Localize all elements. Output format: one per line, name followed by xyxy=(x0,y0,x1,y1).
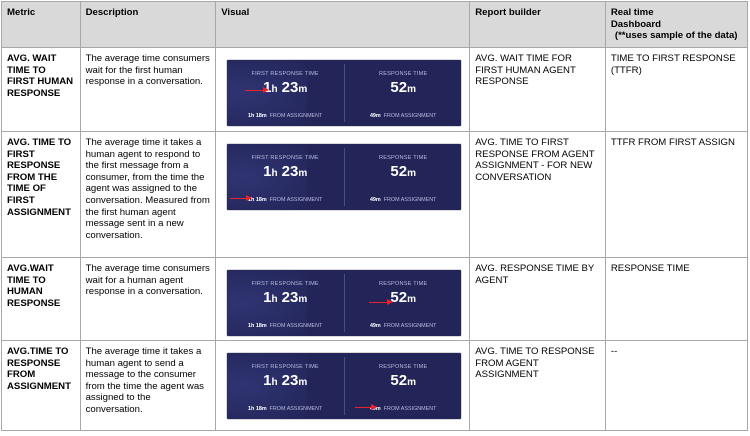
report-builder-cell: AVG. TIME TO FIRST RESPONSE FROM AGENT A… xyxy=(469,131,606,258)
metric-cell: AVG. WAIT TIME TO FIRST HUMAN RESPONSE xyxy=(1,47,81,132)
response-big-value: 52m xyxy=(390,289,416,306)
first-response-from-assignment: 1h 18m FROM ASSIGNMENT xyxy=(248,406,323,412)
response-big-value: 52m xyxy=(390,79,416,96)
report-builder-cell: AVG. TIME TO RESPONSE FROM AGENT ASSIGNM… xyxy=(469,340,606,431)
header-realtime-dashboard: Real time Dashboard (**uses sample of th… xyxy=(604,1,749,48)
visual-cell: FIRST RESPONSE TIME 1h 23m 1h 18m FROM ASS… xyxy=(215,131,471,258)
header-row: Metric Description Visual Report builder… xyxy=(1,1,749,48)
description-cell: The average time it takes a human agent … xyxy=(79,340,217,431)
first-response-big-value: 1h 23m xyxy=(263,163,308,180)
visual-cell: FIRST RESPONSE TIME 1h 23m 1h 18m FROM ASS… xyxy=(215,47,471,132)
response-section: RESPONSE TIME 52m 49m FROM ASSIGNMENT xyxy=(345,270,461,336)
realtime-cell: TTFR FROM FIRST ASSIGN xyxy=(604,131,749,258)
table-row: AVG. WAIT TIME TO FIRST HUMAN RESPONSE T… xyxy=(1,47,749,132)
realtime-cell: RESPONSE TIME xyxy=(604,257,749,341)
response-section: RESPONSE TIME 52m 49m FROM ASSIGNMENT xyxy=(345,60,461,126)
first-response-big-value: 1h 23m xyxy=(263,372,308,389)
table-row: AVG. TIME TO FIRST RESPONSE FROM THE TIM… xyxy=(1,131,749,258)
highlight-arrow-icon xyxy=(355,404,378,410)
first-response-big-value: 1h 23m xyxy=(263,289,308,306)
metric-cell: AVG.TIME TO RESPONSE FROM ASSIGNMENT xyxy=(1,340,81,431)
response-time-panel: FIRST RESPONSE TIME 1h 23m 1h 18m FROM ASS… xyxy=(227,270,462,336)
header-metric: Metric xyxy=(1,1,81,48)
highlight-arrow-icon xyxy=(369,298,394,306)
header-report-builder: Report builder xyxy=(469,1,606,48)
first-response-from-assignment: 1h 18m FROM ASSIGNMENT xyxy=(248,113,323,119)
table-row: AVG.TIME TO RESPONSE FROM ASSIGNMENT The… xyxy=(1,340,749,431)
response-time-panel: FIRST RESPONSE TIME 1h 23m 1h 18m FROM ASS… xyxy=(227,353,462,419)
header-description: Description xyxy=(79,1,217,48)
report-builder-cell: AVG. RESPONSE TIME BY AGENT xyxy=(469,257,606,341)
visual-cell: FIRST RESPONSE TIME 1h 23m 1h 18m FROM ASS… xyxy=(215,340,471,431)
visual-cell: FIRST RESPONSE TIME 1h 23m 1h 18m FROM ASS… xyxy=(215,257,471,341)
realtime-header-note: (**uses sample of the data) xyxy=(614,30,738,42)
response-section: RESPONSE TIME 52m 49m FROM ASSIGNMENT xyxy=(345,144,461,210)
response-time-panel: FIRST RESPONSE TIME 1h 23m 1h 18m FROM ASS… xyxy=(227,60,462,126)
description-cell: The average time consumers wait for a hu… xyxy=(79,257,217,341)
highlight-arrow-icon xyxy=(245,86,270,94)
first-response-from-assignment: 1h 18m FROM ASSIGNMENT xyxy=(248,323,323,329)
realtime-cell: TIME TO FIRST RESPONSE (TTFR) xyxy=(604,47,749,132)
metric-cell: AVG. TIME TO FIRST RESPONSE FROM THE TIM… xyxy=(1,131,81,258)
first-response-section: FIRST RESPONSE TIME 1h 23m 1h 18m FROM ASS… xyxy=(227,353,343,419)
metrics-table: Metric Description Visual Report builder… xyxy=(1,1,749,431)
header-visual: Visual xyxy=(215,1,471,48)
realtime-header-line1: Real time xyxy=(610,7,654,18)
response-time-panel: FIRST RESPONSE TIME 1h 23m 1h 18m FROM ASS… xyxy=(227,144,462,210)
response-big-value: 52m xyxy=(390,163,416,180)
report-builder-cell: AVG. WAIT TIME FOR FIRST HUMAN AGENT RES… xyxy=(469,47,606,132)
highlight-arrow-icon xyxy=(230,195,253,201)
response-from-assignment: 49m FROM ASSIGNMENT xyxy=(369,197,437,203)
description-cell: The average time it takes a human agent … xyxy=(79,131,217,258)
realtime-header-line2: Dashboard xyxy=(610,18,661,30)
response-big-value: 52m xyxy=(390,372,416,389)
description-cell: The average time consumers wait for the … xyxy=(79,47,217,132)
response-from-assignment: 49m FROM ASSIGNMENT xyxy=(369,113,437,119)
metric-cell: AVG.WAIT TIME TO HUMAN RESPONSE xyxy=(1,257,81,341)
first-response-section: FIRST RESPONSE TIME 1h 23m 1h 18m FROM ASS… xyxy=(227,270,343,336)
table-row: AVG.WAIT TIME TO HUMAN RESPONSE The aver… xyxy=(1,257,749,341)
realtime-cell: -- xyxy=(604,340,749,431)
response-from-assignment: 49m FROM ASSIGNMENT xyxy=(369,323,437,329)
